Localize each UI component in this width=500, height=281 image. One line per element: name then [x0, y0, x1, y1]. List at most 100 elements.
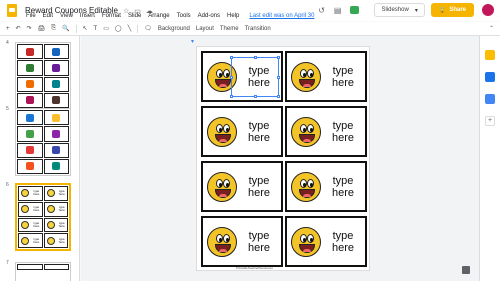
text-selection-box[interactable] — [230, 56, 280, 98]
menu-addons[interactable]: Add-ons — [198, 13, 220, 19]
last-edit-link[interactable]: Last edit was on April 30 — [249, 13, 314, 19]
menu-help[interactable]: Help — [227, 13, 239, 19]
theme-button[interactable]: Theme — [220, 26, 239, 32]
resize-handle[interactable] — [230, 95, 233, 98]
coupon-card[interactable]: type here — [201, 106, 283, 157]
resize-handle[interactable] — [277, 76, 280, 79]
thumb-cell: type here — [18, 217, 43, 233]
thumb-cell — [17, 110, 43, 126]
add-addon-icon[interactable]: + — [485, 116, 495, 126]
slide-thumbnail[interactable] — [15, 108, 71, 176]
current-slide[interactable]: type here type here type here type here type… — [196, 46, 370, 271]
coupon-card[interactable]: type here — [285, 106, 367, 157]
transition-button[interactable]: Transition — [245, 26, 271, 32]
thumb-text: type here — [33, 189, 40, 197]
thumb-cell — [17, 44, 43, 60]
coupon-text[interactable]: type here — [321, 65, 365, 89]
menu-insert[interactable]: Insert — [80, 13, 95, 19]
coupon-text[interactable]: type here — [321, 175, 365, 199]
thumb-cell — [43, 44, 69, 60]
zoom-icon[interactable]: 🔍 — [62, 25, 69, 32]
coupon-text[interactable]: type here — [321, 230, 365, 254]
tasks-icon[interactable] — [485, 72, 495, 82]
coupon-card[interactable]: type here — [285, 161, 367, 212]
slide-thumbnail-selected[interactable]: type here type here type here type here type… — [15, 183, 71, 251]
thumb-cell: type here — [43, 217, 68, 233]
coupon-text[interactable]: type here — [237, 120, 281, 144]
slide-thumbnail[interactable] — [15, 42, 71, 110]
thumb-cell — [43, 60, 69, 76]
thumb-cell — [17, 142, 43, 158]
resize-handle[interactable] — [254, 95, 257, 98]
thumb-cell — [17, 158, 43, 174]
ruler-indent-marker-icon[interactable]: ▾ — [191, 38, 194, 45]
meet-button[interactable] — [350, 5, 365, 15]
slide-thumbnail[interactable] — [15, 262, 71, 281]
smiley-icon — [46, 205, 55, 214]
undo-icon[interactable]: ↶ — [16, 25, 21, 32]
resize-handle[interactable] — [230, 56, 233, 59]
coupon-card[interactable]: type here — [285, 51, 367, 102]
slide-number: 6 — [6, 182, 9, 188]
thumb-text: type here — [33, 236, 40, 244]
coupon-text[interactable]: type here — [321, 120, 365, 144]
slide-panel[interactable]: 4 5 6 type here type here type here type… — [0, 36, 80, 281]
select-icon[interactable]: ↖ — [83, 25, 88, 32]
image-icon[interactable]: ▭ — [103, 25, 109, 32]
resize-handle[interactable] — [277, 56, 280, 59]
background-button[interactable]: Background — [158, 26, 190, 32]
menu-view[interactable]: View — [60, 13, 73, 19]
redo-icon[interactable]: ↷ — [27, 25, 32, 32]
contacts-icon[interactable] — [485, 94, 495, 104]
menu-file[interactable]: File — [26, 13, 36, 19]
avatar[interactable] — [482, 4, 494, 16]
thumb-cell: type here — [18, 201, 43, 217]
smiley-face-icon — [207, 116, 237, 147]
slideshow-button[interactable]: Slideshow ▾ — [374, 3, 425, 17]
collapse-menu-icon[interactable]: ⌃ — [489, 25, 494, 32]
resize-handle[interactable] — [230, 76, 233, 79]
coupon-card[interactable]: type here — [201, 216, 283, 267]
comment-icon[interactable]: ▤ — [334, 6, 342, 15]
explore-icon[interactable] — [462, 266, 470, 274]
comment-add-icon[interactable]: 🗨 — [144, 25, 152, 32]
new-slide-icon[interactable]: + — [6, 26, 10, 32]
thumb-cell — [43, 76, 69, 92]
menu-format[interactable]: Format — [102, 13, 121, 19]
coupon-card[interactable]: type here — [201, 161, 283, 212]
shape-icon[interactable]: ◯ — [115, 25, 122, 32]
coupon-text[interactable]: type here — [237, 175, 281, 199]
smiley-icon — [46, 220, 55, 229]
resize-handle[interactable] — [277, 95, 280, 98]
smiley-icon — [46, 236, 55, 245]
slides-app: Reward Coupons Editable ☆ ▭ ☁ ↺ ▤ Slides… — [0, 0, 500, 281]
thumb-cell: type here — [18, 233, 43, 248]
header-right-tools: ↺ ▤ Slideshow ▾ 🔒 Share — [309, 3, 494, 17]
thumb-cell — [17, 126, 43, 142]
share-button[interactable]: 🔒 Share — [430, 3, 474, 17]
menu-slide[interactable]: Slide — [128, 13, 141, 19]
side-panel: + — [479, 36, 500, 281]
menu-edit[interactable]: Edit — [43, 13, 53, 19]
smiley-icon — [21, 236, 30, 245]
menu-tools[interactable]: Tools — [177, 13, 191, 19]
coupon-text[interactable]: type here — [237, 230, 281, 254]
resize-handle[interactable] — [254, 56, 257, 59]
textbox-icon[interactable]: T — [94, 26, 98, 32]
menu-bar: File Edit View Insert Format Slide Arran… — [0, 9, 314, 23]
layout-button[interactable]: Layout — [196, 26, 214, 32]
smiley-face-icon — [291, 61, 321, 92]
line-icon[interactable]: ╲ — [128, 25, 132, 32]
history-icon[interactable]: ↺ — [318, 6, 325, 15]
keep-icon[interactable] — [485, 50, 495, 60]
print-icon[interactable]: 🖨 — [38, 25, 46, 32]
thumb-cell — [17, 76, 43, 92]
paint-format-icon[interactable]: ⎘ — [51, 25, 56, 32]
thumb-cell — [43, 110, 69, 126]
coupon-card[interactable]: type here — [285, 216, 367, 267]
menu-arrange[interactable]: Arrange — [148, 13, 169, 19]
smiley-icon — [46, 189, 55, 198]
thumb-cell: type here — [18, 186, 43, 201]
smiley-face-icon — [291, 171, 321, 202]
slide-number: 5 — [6, 106, 9, 112]
